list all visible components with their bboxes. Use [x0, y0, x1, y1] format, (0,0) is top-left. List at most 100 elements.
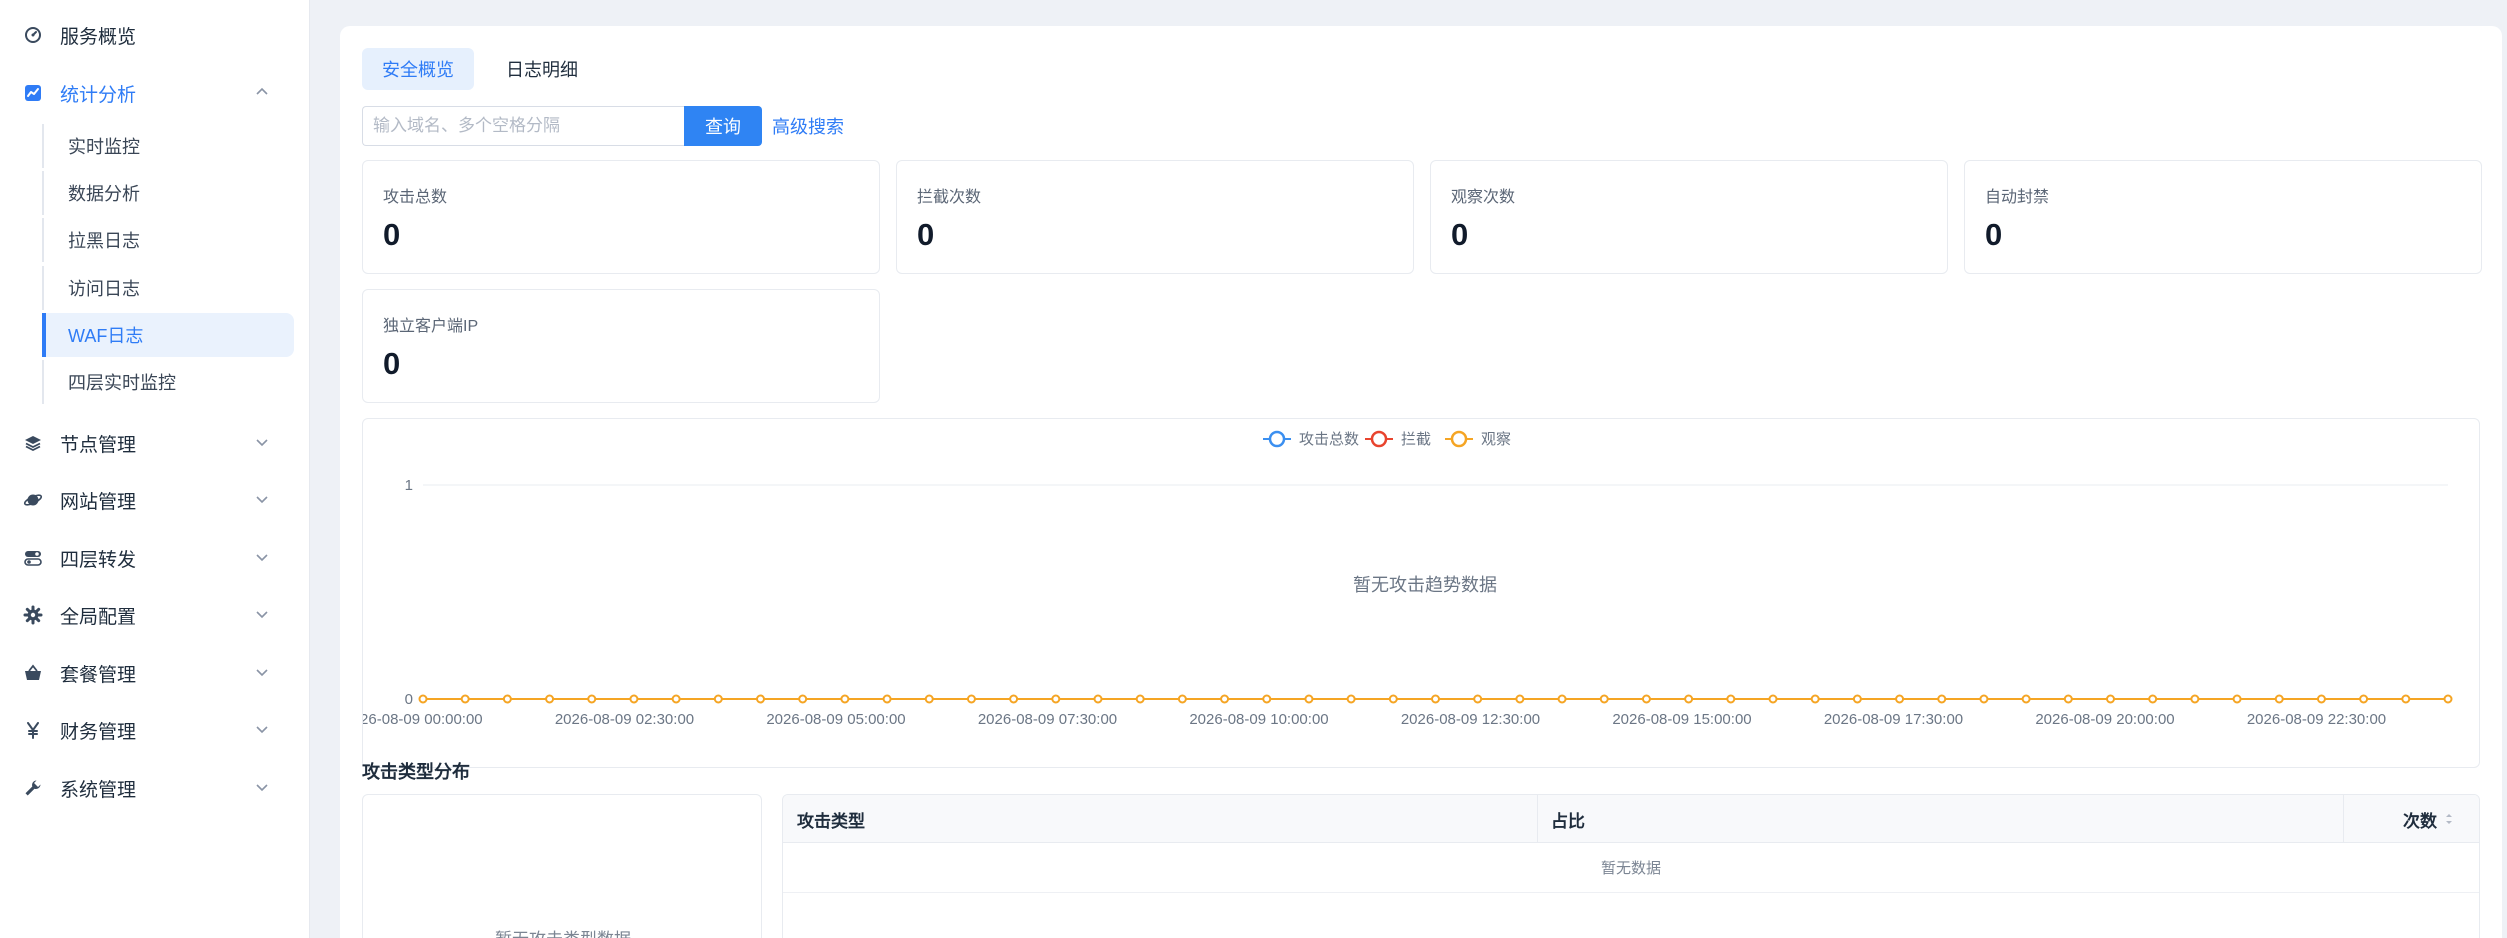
chevron-down-icon[interactable]	[254, 434, 270, 450]
search-bar: 查询 高级搜索	[362, 106, 844, 146]
data-point	[2190, 694, 2200, 704]
x-tick-label: 2026-08-09 22:30:00	[2247, 711, 2386, 728]
advanced-search-link[interactable]: 高级搜索	[772, 113, 844, 139]
data-point	[2232, 694, 2242, 704]
x-tick-label: 2026-08-09 10:00:00	[1189, 711, 1328, 728]
data-point	[2316, 694, 2326, 704]
column-header-count[interactable]: 次数	[2403, 795, 2455, 843]
stat-value: 0	[917, 217, 935, 252]
menu-item-service-overview[interactable]: 服务概览	[0, 12, 310, 58]
legend-label: 观察	[1481, 430, 1511, 448]
sub-item-label: 访问日志	[68, 279, 140, 299]
data-point	[1388, 694, 1398, 704]
sidebar-item-blacklist-log[interactable]: 拉黑日志	[42, 218, 294, 262]
data-point	[460, 694, 470, 704]
wrench-icon	[22, 777, 44, 799]
data-point	[2401, 694, 2411, 704]
menu-item-label: 服务概览	[60, 26, 137, 48]
chevron-down-icon[interactable]	[254, 721, 270, 737]
tab-bar: 安全概览 日志明细	[362, 48, 598, 90]
stat-card-blocked: 拦截次数 0	[896, 160, 1414, 274]
pie-empty-text: 暂无攻击类型数据	[363, 925, 763, 938]
menu-item-site-management[interactable]: 网站管理	[0, 477, 310, 523]
stat-card-auto-ban: 自动封禁 0	[1964, 160, 2482, 274]
menu-item-system-management[interactable]: 系统管理	[0, 765, 310, 811]
menu-item-package-management[interactable]: 套餐管理	[0, 650, 310, 696]
x-tick-label: 2026-08-09 17:30:00	[1824, 711, 1963, 728]
chevron-up-icon[interactable]	[254, 84, 270, 100]
data-point	[1346, 694, 1356, 704]
attack-type-pie-card: 暂无攻击类型数据	[362, 794, 762, 938]
sub-item-label: 实时监控	[68, 137, 140, 157]
data-point	[966, 694, 976, 704]
data-point	[798, 694, 808, 704]
attack-trend-chart: 攻击总数 拦截 观察 0 1 2026-08-09 00:00:00 2026-08-09 …	[362, 418, 2480, 768]
data-point	[1979, 694, 1989, 704]
data-point	[756, 694, 765, 704]
chart-empty-text: 暂无攻击趋势数据	[1353, 575, 1497, 595]
stat-card-unique-client-ip: 独立客户端IP 0	[362, 289, 880, 403]
chart-icon	[22, 82, 44, 104]
chevron-down-icon[interactable]	[254, 664, 270, 680]
data-point	[629, 694, 639, 704]
data-point	[1852, 694, 1862, 704]
x-tick-label: 2026-08-09 15:00:00	[1612, 711, 1751, 728]
data-point	[545, 694, 555, 704]
data-point	[671, 694, 681, 704]
stat-value: 0	[1985, 217, 2003, 252]
sidebar-item-realtime-monitor[interactable]: 实时监控	[42, 124, 294, 168]
chevron-down-icon[interactable]	[254, 779, 270, 795]
data-point	[1135, 694, 1145, 704]
stat-label: 拦截次数	[917, 189, 982, 206]
menu-item-label: 统计分析	[60, 84, 137, 106]
domain-search-input[interactable]	[362, 106, 684, 146]
data-point	[840, 694, 850, 704]
column-header-attack-type: 攻击类型	[797, 811, 865, 831]
x-tick-label: 2026-08-09 05:00:00	[766, 711, 905, 728]
menu-item-statistics[interactable]: 统计分析	[0, 70, 310, 116]
sub-item-label: WAF日志	[68, 326, 144, 346]
x-tick-label: 2026-08-09 02:30:00	[555, 711, 694, 728]
tab-security-overview[interactable]: 安全概览	[362, 48, 474, 90]
chevron-down-icon[interactable]	[254, 606, 270, 622]
table-header: 攻击类型 占比 次数	[783, 795, 2479, 843]
data-point	[1304, 694, 1314, 704]
data-point	[587, 694, 597, 704]
data-point	[924, 694, 934, 704]
toggle-icon	[22, 547, 44, 569]
data-point	[713, 694, 723, 704]
menu-item-label: 财务管理	[60, 721, 137, 743]
stat-value: 0	[383, 346, 401, 381]
data-point	[1557, 694, 1567, 704]
column-divider	[2343, 795, 2344, 843]
sub-item-label: 四层实时监控	[68, 373, 176, 393]
data-point	[2359, 694, 2369, 704]
chevron-down-icon[interactable]	[254, 549, 270, 565]
sidebar-item-l4-realtime-monitor[interactable]: 四层实时监控	[42, 360, 294, 404]
column-header-count-label: 次数	[2403, 811, 2437, 831]
data-point	[1641, 694, 1651, 704]
stat-label: 观察次数	[1451, 189, 1516, 206]
chevron-down-icon[interactable]	[254, 491, 270, 507]
data-point	[1515, 694, 1525, 704]
data-point	[1177, 694, 1187, 704]
sidebar-item-waf-log[interactable]: WAF日志	[42, 313, 294, 357]
menu-item-node-management[interactable]: 节点管理	[0, 420, 310, 466]
tab-log-details[interactable]: 日志明细	[486, 48, 598, 90]
menu-item-finance-management[interactable]: 财务管理	[0, 707, 310, 753]
sidebar-item-access-log[interactable]: 访问日志	[42, 266, 294, 310]
sort-icon[interactable]	[2443, 812, 2455, 826]
sidebar-item-data-analysis[interactable]: 数据分析	[42, 171, 294, 215]
query-button[interactable]: 查询	[684, 106, 762, 146]
data-point	[1810, 694, 1820, 704]
sub-item-label: 拉黑日志	[68, 231, 140, 251]
legend-label: 攻击总数	[1299, 431, 1359, 448]
attack-trend-svg: 攻击总数 拦截 观察 0 1 2026-08-09 00:00:00 2026-08-09 …	[363, 430, 2453, 728]
menu-item-global-config[interactable]: 全局配置	[0, 592, 310, 638]
menu-item-label: 节点管理	[60, 434, 137, 456]
menu-item-l4-forwarding[interactable]: 四层转发	[0, 535, 310, 581]
x-tick-label: 2026-08-09 00:00:00	[363, 711, 483, 728]
sidebar: 服务概览 统计分析 实时监控 数据分析 拉黑日志 访问日志 WAF日志 四层实时…	[0, 0, 310, 938]
menu-item-label: 四层转发	[60, 549, 137, 571]
column-divider	[1537, 795, 1538, 843]
